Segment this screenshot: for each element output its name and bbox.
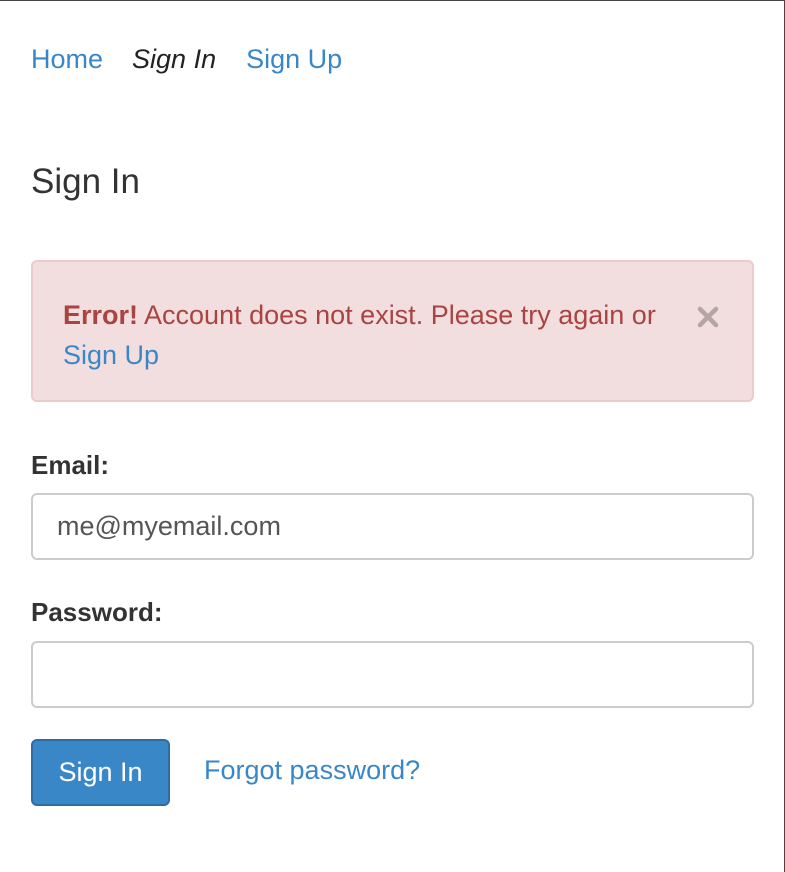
email-input[interactable] [31,493,754,560]
email-label: Email: [31,450,110,480]
alert-message: Account does not exist. Please try again… [138,300,656,330]
close-icon[interactable] [696,300,720,328]
sign-in-button[interactable]: Sign In [31,739,170,806]
nav-sign-in-current: Sign In [132,44,217,74]
forgot-password-link[interactable]: Forgot password? [204,755,420,786]
password-input[interactable] [31,641,754,708]
nav-sign-up-link[interactable]: Sign Up [246,44,342,75]
top-nav: Home Sign In Sign Up [31,44,342,75]
close-icon-glyph [697,306,719,328]
alert-prefix: Error! [63,300,139,330]
page-title: Sign In [31,162,140,201]
nav-home-link[interactable]: Home [31,44,103,75]
password-label: Password: [31,597,163,627]
alert-sign-up-link[interactable]: Sign Up [63,340,159,370]
error-alert: Error! Account does not exist. Please tr… [31,260,754,402]
